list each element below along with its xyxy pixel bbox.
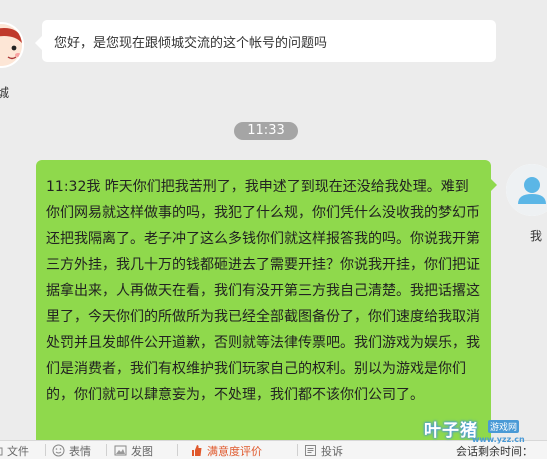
bottom-toolbar: 文件 表情 发图 满意度评价 投诉 会话剩余时间： [0,440,547,459]
satisfaction-rating-button[interactable]: 满意度评价 [190,443,262,458]
chat-area: 城 您好，是您现在跟倾城交流的这个帐号的问题吗 11:33 11:32我 昨天你… [0,0,547,440]
send-image-button-label: 发图 [131,444,153,458]
agent-message-bubble: 您好，是您现在跟倾城交流的这个帐号的问题吗 [35,20,496,62]
user-message-text: 11:32我 昨天你们把我苦刑了，我申述了到现在还没给我处理。难到你们网易就这样… [46,179,480,403]
message-timestamp: 11:33 [234,122,298,140]
agent-message-text: 您好，是您现在跟倾城交流的这个帐号的问题吗 [54,36,328,51]
emoji-button[interactable]: 表情 [52,443,91,458]
emoji-button-label: 表情 [69,444,91,458]
toolbar-divider [177,444,178,456]
complaint-button[interactable]: 投诉 [304,443,343,458]
user-avatar[interactable] [506,164,547,216]
complaint-button-label: 投诉 [321,444,343,458]
file-button[interactable]: 文件 [0,443,29,458]
image-icon [114,445,127,456]
agent-name: 城 [0,86,10,100]
user-message-bubble: 11:32我 昨天你们把我苦刑了，我申述了到现在还没给我处理。难到你们网易就这样… [36,160,491,440]
complaint-icon [305,445,316,456]
folder-icon [0,447,3,456]
toolbar-divider [45,444,46,456]
toolbar-divider [106,444,107,456]
session-remaining-time: 会话剩余时间： [456,445,533,458]
toolbar-divider [297,444,298,456]
user-name: 我 [530,229,543,243]
satisfaction-rating-label: 满意度评价 [207,444,262,458]
file-button-label: 文件 [7,444,29,458]
cartoon-girl-icon [0,24,22,66]
send-image-button[interactable]: 发图 [114,443,153,458]
smiley-icon [52,444,65,457]
agent-avatar[interactable] [0,22,24,68]
default-user-icon [506,164,547,216]
like-icon [192,445,202,456]
user-bubble-tail [490,178,497,192]
